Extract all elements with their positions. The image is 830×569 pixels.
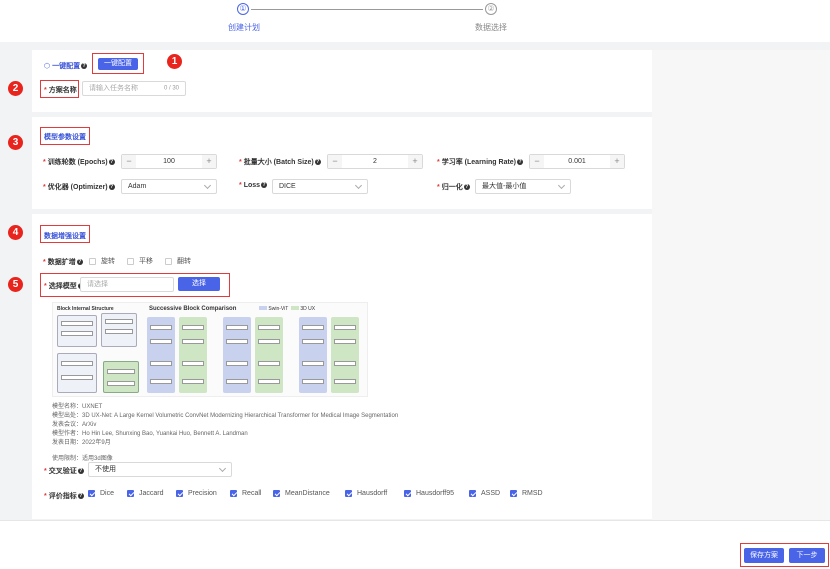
diagram-legend-ux: 3D UX: [291, 306, 315, 312]
select-model-label: *选择模型?: [44, 281, 84, 291]
model-info-date: 发表日期：2022年9月: [52, 440, 111, 446]
chevron-down-icon: [557, 181, 566, 190]
batch-label: * 批量大小 (Batch Size)?: [239, 159, 321, 166]
step-2-label: 数据选择: [475, 23, 507, 32]
info-icon: ?: [517, 159, 524, 165]
info-icon: ?: [261, 182, 268, 188]
batch-stepper[interactable]: − 2 +: [327, 154, 423, 169]
plus-button[interactable]: +: [610, 155, 624, 168]
choose-model-button[interactable]: 选择: [178, 277, 220, 291]
metric-jaccard-checkbox[interactable]: Jaccard: [127, 490, 164, 497]
chevron-down-icon: [218, 464, 227, 473]
norm-label: * 归一化?: [437, 184, 470, 191]
augment-expand-label: * 数据扩增?: [43, 259, 83, 266]
model-info-authors: 模型作者：Ho Hin Lee, Shunxing Bao, Yuankai H…: [52, 431, 248, 437]
metric-meandistance-checkbox[interactable]: MeanDistance: [273, 490, 330, 497]
info-icon: ?: [81, 63, 88, 69]
epochs-stepper[interactable]: − 100 +: [121, 154, 217, 169]
model-params-title: 模型参数设置: [44, 134, 86, 141]
metric-recall-checkbox[interactable]: Recall: [230, 490, 261, 497]
plus-button[interactable]: +: [408, 155, 422, 168]
metrics-label: * 评价指标?: [44, 493, 84, 500]
step-1-number: ①: [237, 3, 249, 15]
minus-button[interactable]: −: [122, 155, 136, 168]
right-panel: [652, 50, 830, 520]
model-info-name: 模型名称：UXNET: [52, 404, 103, 410]
plan-name-input[interactable]: 请输入任务名称 0 / 30: [82, 81, 186, 96]
chevron-down-icon: [354, 181, 363, 190]
info-icon: ?: [108, 184, 115, 190]
marker-1: 1: [167, 54, 182, 69]
info-icon: ?: [77, 468, 84, 474]
model-info-source: 模型出处：3D UX-Net: A Large Kernel Volumetri…: [52, 413, 399, 419]
footer-bar: [0, 520, 830, 569]
marker-3: 3: [8, 135, 23, 150]
plan-name-counter: 0 / 30: [163, 85, 179, 91]
optimizer-label: * 优化器 (Optimizer)?: [43, 184, 115, 191]
marker-2: 2: [8, 81, 23, 96]
model-info-venue: 发表会议：ArXiv: [52, 422, 97, 428]
metric-precision-checkbox[interactable]: Precision: [176, 490, 217, 497]
cube-icon: ⬡: [44, 63, 51, 70]
augment-translate-checkbox[interactable]: 平移: [127, 256, 153, 266]
metric-hausdorff-checkbox[interactable]: Hausdorff: [345, 490, 387, 497]
lr-label: * 学习率 (Learning Rate)?: [437, 159, 524, 166]
lr-stepper[interactable]: − 0.001 +: [529, 154, 625, 169]
norm-select[interactable]: 最大值-最小值: [475, 179, 571, 194]
save-plan-button[interactable]: 保存方案: [744, 548, 784, 563]
one-click-label: ⬡ 一键配置?: [44, 63, 88, 70]
step-1-label: 创建计划: [228, 23, 260, 32]
model-info-limit: 使用限制：适用3d图像: [52, 456, 113, 462]
metric-assd-checkbox[interactable]: ASSD: [469, 490, 500, 497]
augment-rotate-checkbox[interactable]: 旋转: [89, 256, 115, 266]
one-click-config-button[interactable]: 一键配置: [98, 58, 138, 70]
metric-rmsd-checkbox[interactable]: RMSD: [510, 490, 543, 497]
info-icon: ?: [108, 159, 115, 165]
metric-dice-checkbox[interactable]: Dice: [88, 490, 114, 497]
augment-flip-checkbox[interactable]: 翻转: [165, 256, 191, 266]
plan-name-label: * 方案名称: [44, 87, 77, 94]
minus-button[interactable]: −: [328, 155, 342, 168]
model-select-input[interactable]: 请选择: [80, 277, 174, 292]
diagram-legend-swin: Swin-ViT: [259, 306, 288, 312]
info-icon: ?: [77, 493, 84, 499]
cross-val-label: * 交叉验证?: [44, 468, 84, 475]
marker-5: 5: [8, 277, 23, 292]
cross-val-select[interactable]: 不使用: [88, 462, 232, 477]
diagram-left-title: Block Internal Structure: [57, 306, 114, 312]
metric-hausdorff95-checkbox[interactable]: Hausdorff95: [404, 490, 454, 497]
model-architecture-image: Block Internal Structure Successive Bloc…: [52, 302, 368, 397]
chevron-down-icon: [203, 181, 212, 190]
plus-button[interactable]: +: [202, 155, 216, 168]
augment-title: 数据增强设置: [44, 233, 86, 240]
info-icon: ?: [463, 184, 470, 190]
step-connector: [251, 9, 483, 10]
next-step-button[interactable]: 下一步: [789, 548, 825, 563]
info-icon: ?: [76, 259, 83, 265]
loss-select[interactable]: DICE: [272, 179, 368, 194]
marker-4: 4: [8, 225, 23, 240]
loss-label: * Loss?: [239, 182, 268, 189]
epochs-label: * 训练轮数 (Epochs)?: [43, 159, 115, 166]
step-2-number: ②: [485, 3, 497, 15]
info-icon: ?: [314, 159, 321, 165]
minus-button[interactable]: −: [530, 155, 544, 168]
optimizer-select[interactable]: Adam: [121, 179, 217, 194]
steps-header: ① 创建计划 ② 数据选择: [0, 0, 830, 42]
diagram-mid-title: Successive Block Comparison: [149, 306, 237, 312]
